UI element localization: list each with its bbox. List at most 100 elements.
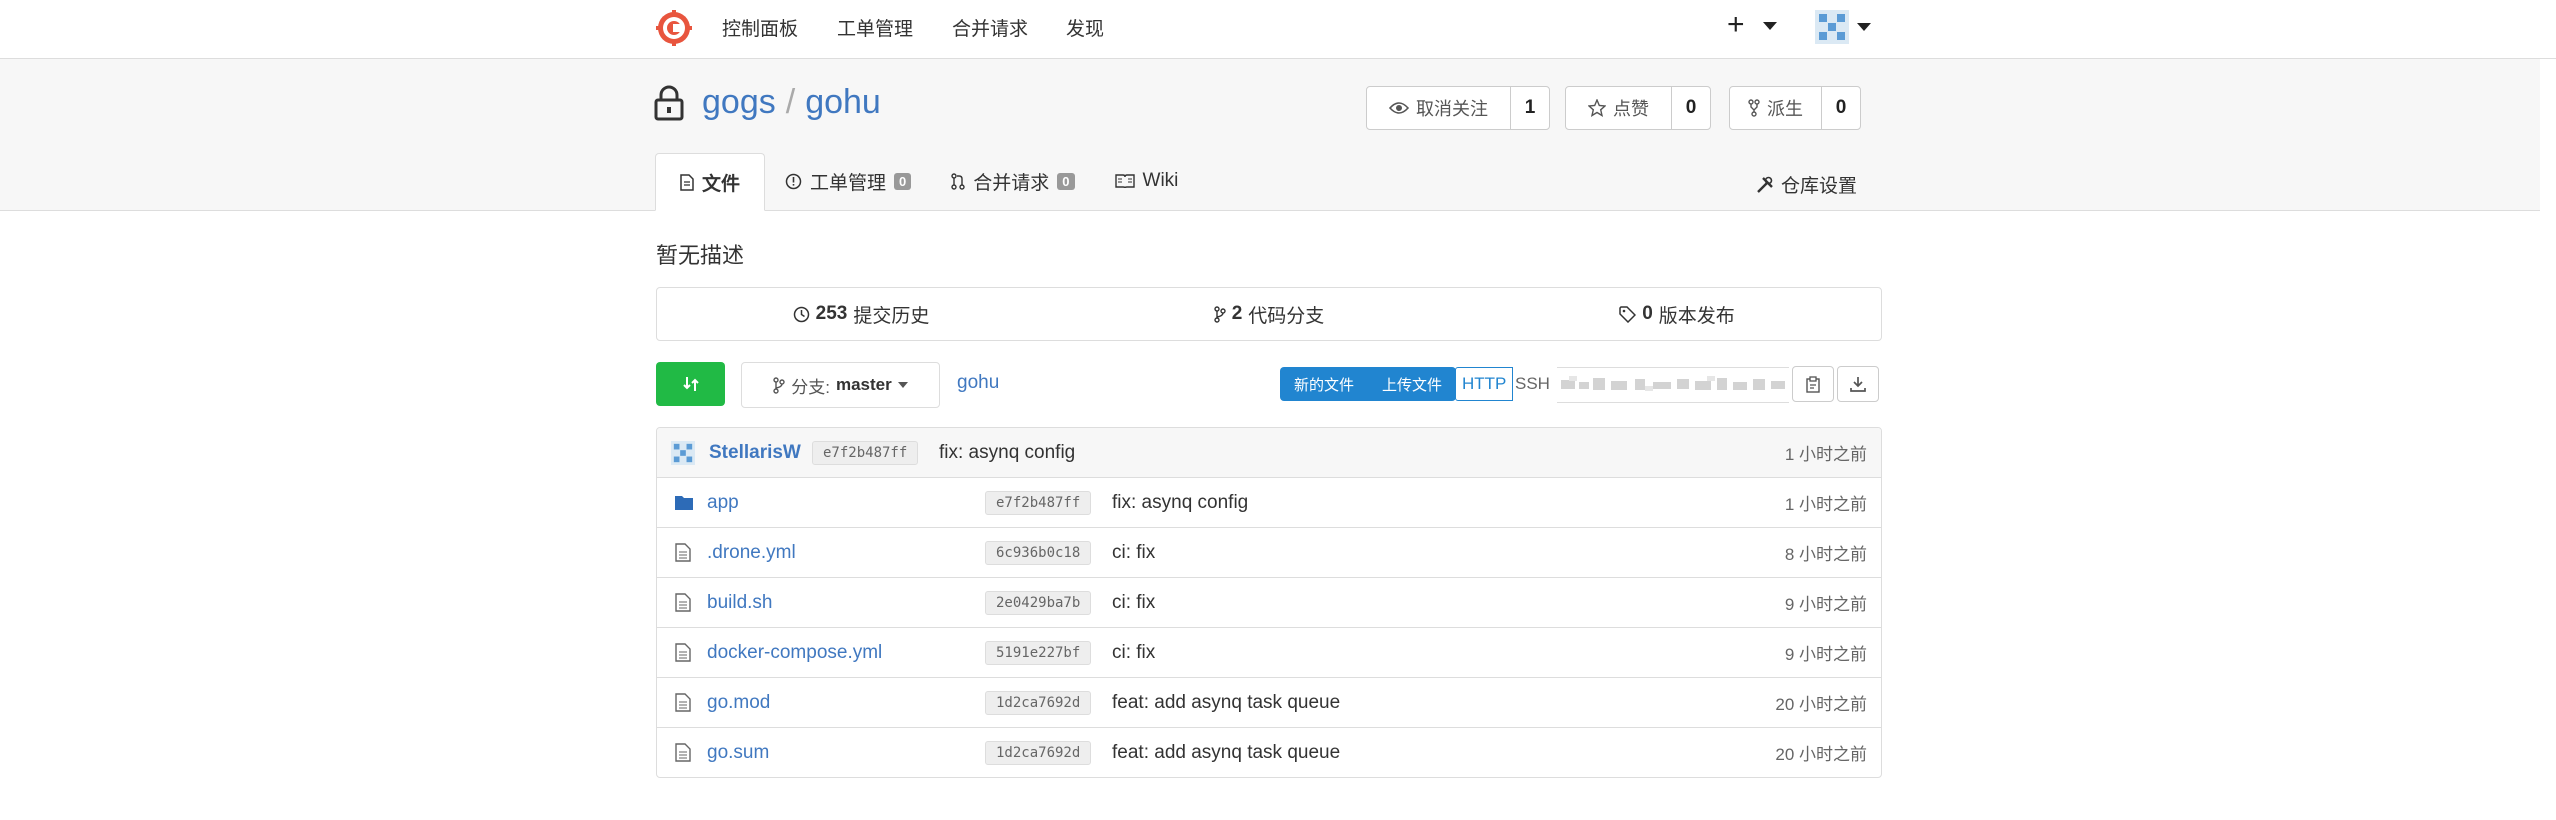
- releases-label: 版本发布: [1658, 305, 1735, 327]
- pull-request-icon: [951, 172, 965, 190]
- watch-button[interactable]: 取消关注: [1367, 87, 1511, 129]
- file-row: build.sh 2e0429ba7b ci: fix 9 小时之前: [657, 578, 1881, 628]
- clone-ssh-button[interactable]: SSH: [1509, 367, 1556, 401]
- tab-issues-label: 工单管理: [810, 172, 887, 194]
- file-commit-message[interactable]: fix: asynq config: [1112, 478, 1248, 527]
- lock-icon: [654, 85, 684, 121]
- file-name-link[interactable]: docker-compose.yml: [707, 628, 882, 677]
- fork-icon: [1748, 99, 1760, 117]
- file-name-link[interactable]: go.sum: [707, 728, 769, 777]
- clone-http-button[interactable]: HTTP: [1455, 367, 1514, 401]
- file-commit-age: 9 小时之前: [1784, 595, 1867, 614]
- clone-url-input[interactable]: [1557, 367, 1789, 403]
- file-commit-message[interactable]: feat: add asynq task queue: [1112, 678, 1340, 727]
- latest-commit-row: StellarisW e7f2b487ff fix: asynq config …: [657, 428, 1881, 478]
- plus-icon: +: [1727, 8, 1745, 41]
- download-button[interactable]: [1837, 366, 1879, 402]
- nav-explore[interactable]: 发现: [1066, 14, 1104, 41]
- author-avatar[interactable]: [671, 441, 695, 465]
- file-commit-age: 9 小时之前: [1784, 645, 1867, 664]
- new-file-button[interactable]: 新的文件: [1280, 367, 1368, 401]
- branch-name: master: [835, 375, 892, 394]
- file-name-link[interactable]: app: [707, 478, 739, 527]
- branch-dropdown[interactable]: 分支: master: [741, 362, 940, 408]
- issue-icon: [785, 173, 802, 189]
- create-new-dropdown[interactable]: +: [1727, 8, 1777, 42]
- file-name-link[interactable]: build.sh: [707, 578, 773, 627]
- file-row: app e7f2b487ff fix: asynq config 1 小时之前: [657, 478, 1881, 528]
- tab-pulls[interactable]: 合并请求 0: [931, 153, 1094, 209]
- repo-settings-link[interactable]: 仓库设置: [1756, 171, 1857, 198]
- tab-files[interactable]: 文件: [655, 153, 766, 211]
- watch-label: 取消关注: [1416, 99, 1488, 119]
- nav-issues[interactable]: 工单管理: [837, 14, 913, 41]
- pulls-count-badge: 0: [1057, 172, 1075, 190]
- repo-title-separator: /: [785, 83, 796, 121]
- branch-prefix: 分支:: [791, 377, 830, 397]
- file-name-link[interactable]: go.mod: [707, 678, 770, 727]
- star-button-group: 点赞 0: [1565, 86, 1711, 130]
- star-count[interactable]: 0: [1672, 87, 1710, 129]
- chevron-down-icon: [1857, 23, 1872, 31]
- clone-url-blurred: [1561, 376, 1785, 391]
- history-icon: [793, 306, 809, 322]
- commits-stat[interactable]: 253 提交历史: [657, 288, 1065, 340]
- file-commit-sha[interactable]: 2e0429ba7b: [985, 590, 1092, 615]
- commit-sha-link[interactable]: e7f2b487ff: [812, 440, 919, 465]
- star-button[interactable]: 点赞: [1566, 87, 1672, 129]
- branch-icon: [773, 376, 785, 394]
- file-commit-message[interactable]: ci: fix: [1112, 528, 1155, 577]
- fork-button[interactable]: 派生: [1730, 87, 1822, 129]
- file-row: go.sum 1d2ca7692d feat: add asynq task q…: [657, 728, 1881, 777]
- file-code-icon: [680, 173, 694, 191]
- repo-owner-link[interactable]: gogs: [702, 83, 776, 121]
- commits-label: 提交历史: [853, 305, 930, 327]
- tab-issues[interactable]: 工单管理 0: [765, 153, 931, 209]
- file-commit-sha[interactable]: 1d2ca7692d: [985, 690, 1092, 715]
- file-commit-sha[interactable]: 6c936b0c18: [985, 540, 1092, 565]
- issues-count-badge: 0: [894, 172, 912, 190]
- watch-count[interactable]: 1: [1511, 87, 1549, 129]
- repo-stats-bar: 253 提交历史 2 代码分支 0 版本发布: [656, 287, 1882, 341]
- avatar: [1815, 10, 1849, 44]
- file-text-icon: [675, 593, 691, 612]
- repo-tabs: 文件 工单管理 0 合并请求 0 Wiki: [655, 153, 1198, 211]
- copy-url-button[interactable]: [1792, 366, 1834, 402]
- file-commit-message[interactable]: feat: add asynq task queue: [1112, 728, 1340, 777]
- file-row: .drone.yml 6c936b0c18 ci: fix 8 小时之前: [657, 528, 1881, 578]
- user-menu[interactable]: [1815, 10, 1872, 44]
- nav-dashboard[interactable]: 控制面板: [722, 14, 798, 41]
- file-commit-message[interactable]: ci: fix: [1112, 578, 1155, 627]
- branch-icon: [1214, 305, 1226, 323]
- tab-wiki[interactable]: Wiki: [1095, 153, 1199, 209]
- branches-stat[interactable]: 2 代码分支: [1065, 288, 1473, 340]
- star-label: 点赞: [1613, 99, 1649, 119]
- commit-author-link[interactable]: StellarisW: [709, 428, 801, 477]
- commits-count: 253: [815, 303, 848, 324]
- branches-count: 2: [1231, 303, 1243, 324]
- repo-name-link[interactable]: gohu: [805, 83, 881, 121]
- file-row: docker-compose.yml 5191e227bf ci: fix 9 …: [657, 628, 1881, 678]
- gogs-logo-icon[interactable]: [656, 10, 692, 46]
- eye-icon: [1389, 102, 1409, 114]
- commit-message: fix: asynq config: [939, 441, 1076, 463]
- fork-count[interactable]: 0: [1822, 87, 1860, 129]
- compare-button[interactable]: [656, 362, 725, 406]
- book-icon: [1114, 173, 1135, 188]
- releases-stat[interactable]: 0 版本发布: [1473, 288, 1881, 340]
- chevron-down-icon: [897, 382, 908, 388]
- repo-description: 暂无描述: [656, 243, 745, 268]
- chevron-down-icon: [1762, 22, 1777, 31]
- clipboard-icon: [1806, 375, 1820, 393]
- top-navbar: 控制面板 工单管理 合并请求 发现 +: [0, 0, 2556, 59]
- file-commit-sha[interactable]: 1d2ca7692d: [985, 740, 1092, 765]
- path-breadcrumb[interactable]: gohu: [957, 372, 999, 394]
- file-commit-sha[interactable]: e7f2b487ff: [985, 490, 1092, 515]
- file-name-link[interactable]: .drone.yml: [707, 528, 796, 577]
- nav-pulls[interactable]: 合并请求: [952, 14, 1028, 41]
- file-commit-message[interactable]: ci: fix: [1112, 628, 1155, 677]
- commit-age: 1 小时之前: [1784, 445, 1867, 464]
- file-text-icon: [675, 643, 691, 662]
- file-commit-sha[interactable]: 5191e227bf: [985, 640, 1092, 665]
- upload-file-button[interactable]: 上传文件: [1368, 367, 1456, 401]
